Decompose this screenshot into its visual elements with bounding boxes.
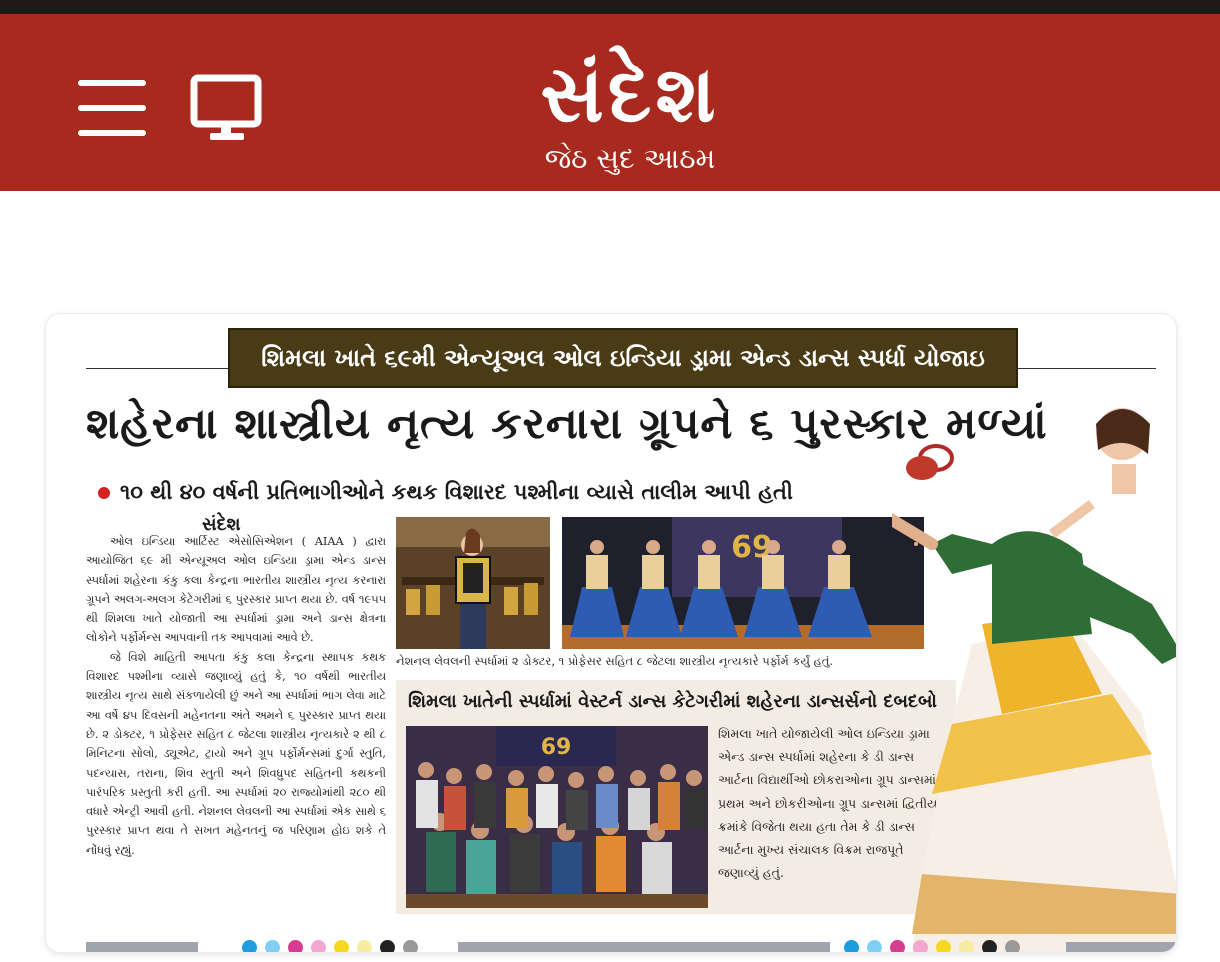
registration-dot: [890, 940, 905, 952]
registration-dot: [936, 940, 951, 952]
registration-dot: [913, 940, 928, 952]
registration-dot: [357, 940, 372, 952]
article-kicker: શિમલા ખાતે ૬૯મી એન્યૂઅલ ઓલ ઇન્ડિયા ડ્રામ…: [228, 328, 1018, 388]
brand-logo[interactable]: સંદેશ જેઠ સુદ આઠમ: [470, 52, 790, 176]
article-paragraph: ઓલ ઇન્ડિયા આર્ટિસ્ટ એસોસિએશન ( AIAA ) દ્…: [86, 535, 386, 645]
subhead-text: ૧૦ થી ૪૦ વર્ષની પ્રતિભાગીઓને કથક વિશારદ …: [120, 480, 793, 504]
registration-dot: [380, 940, 395, 952]
registration-dot: [334, 940, 349, 952]
award-photo: [396, 517, 550, 649]
photo-caption: નેશનલ લેવલની સ્પર્ધામાં ૨ ડોક્ટર, ૧ પ્રો…: [396, 654, 834, 668]
epaper-clip-card[interactable]: શિમલા ખાતે ૬૯મી એન્યૂઅલ ઓલ ઇન્ડિયા ડ્રામ…: [46, 314, 1176, 952]
hamburger-menu-icon[interactable]: [78, 80, 146, 136]
bullet-icon: [98, 487, 110, 499]
registration-dot: [242, 940, 257, 952]
monitor-icon[interactable]: [190, 74, 266, 144]
sidebar-title: શિમલા ખાતેની સ્પર્ધામાં વેસ્ટર્ન ડાન્સ ક…: [408, 691, 937, 712]
article-body: ઓલ ઇન્ડિયા આર્ટિસ્ટ એસોસિએશન ( AIAA ) દ્…: [86, 532, 386, 860]
print-bar-right: [1066, 942, 1176, 952]
article-paragraph: જે વિશે માહિતી આપતા કંકુ કલા કેન્દ્રના સ…: [86, 650, 386, 857]
registration-dots-right: [844, 940, 1020, 952]
group-dance-photo: 69: [562, 517, 924, 649]
registration-dot: [959, 940, 974, 952]
dancer-photo: [892, 408, 1176, 952]
registration-dot: [982, 940, 997, 952]
print-bar-left: [86, 942, 198, 952]
app-header: સંદેશ જેઠ સુદ આઠમ: [0, 14, 1220, 191]
registration-dot: [867, 940, 882, 952]
registration-dot: [1005, 940, 1020, 952]
group-photo-banner-number: 69: [541, 735, 572, 760]
registration-dot: [403, 940, 418, 952]
logo-wordmark: સંદેશ: [540, 50, 720, 140]
registration-dot: [844, 940, 859, 952]
registration-dot: [288, 940, 303, 952]
article-subhead: ૧૦ થી ૪૦ વર્ષની પ્રતિભાગીઓને કથક વિશારદ …: [98, 477, 898, 507]
status-strip: [0, 0, 1220, 14]
registration-dots-left: [242, 940, 418, 952]
registration-dot: [311, 940, 326, 952]
print-bar-middle: [458, 942, 830, 952]
western-dance-group-photo: 69: [406, 726, 708, 908]
registration-dot: [265, 940, 280, 952]
sidebar-story: શિમલા ખાતેની સ્પર્ધામાં વેસ્ટર્ન ડાન્સ ક…: [396, 680, 956, 914]
header-date: જેઠ સુદ આઠમ: [544, 142, 716, 175]
